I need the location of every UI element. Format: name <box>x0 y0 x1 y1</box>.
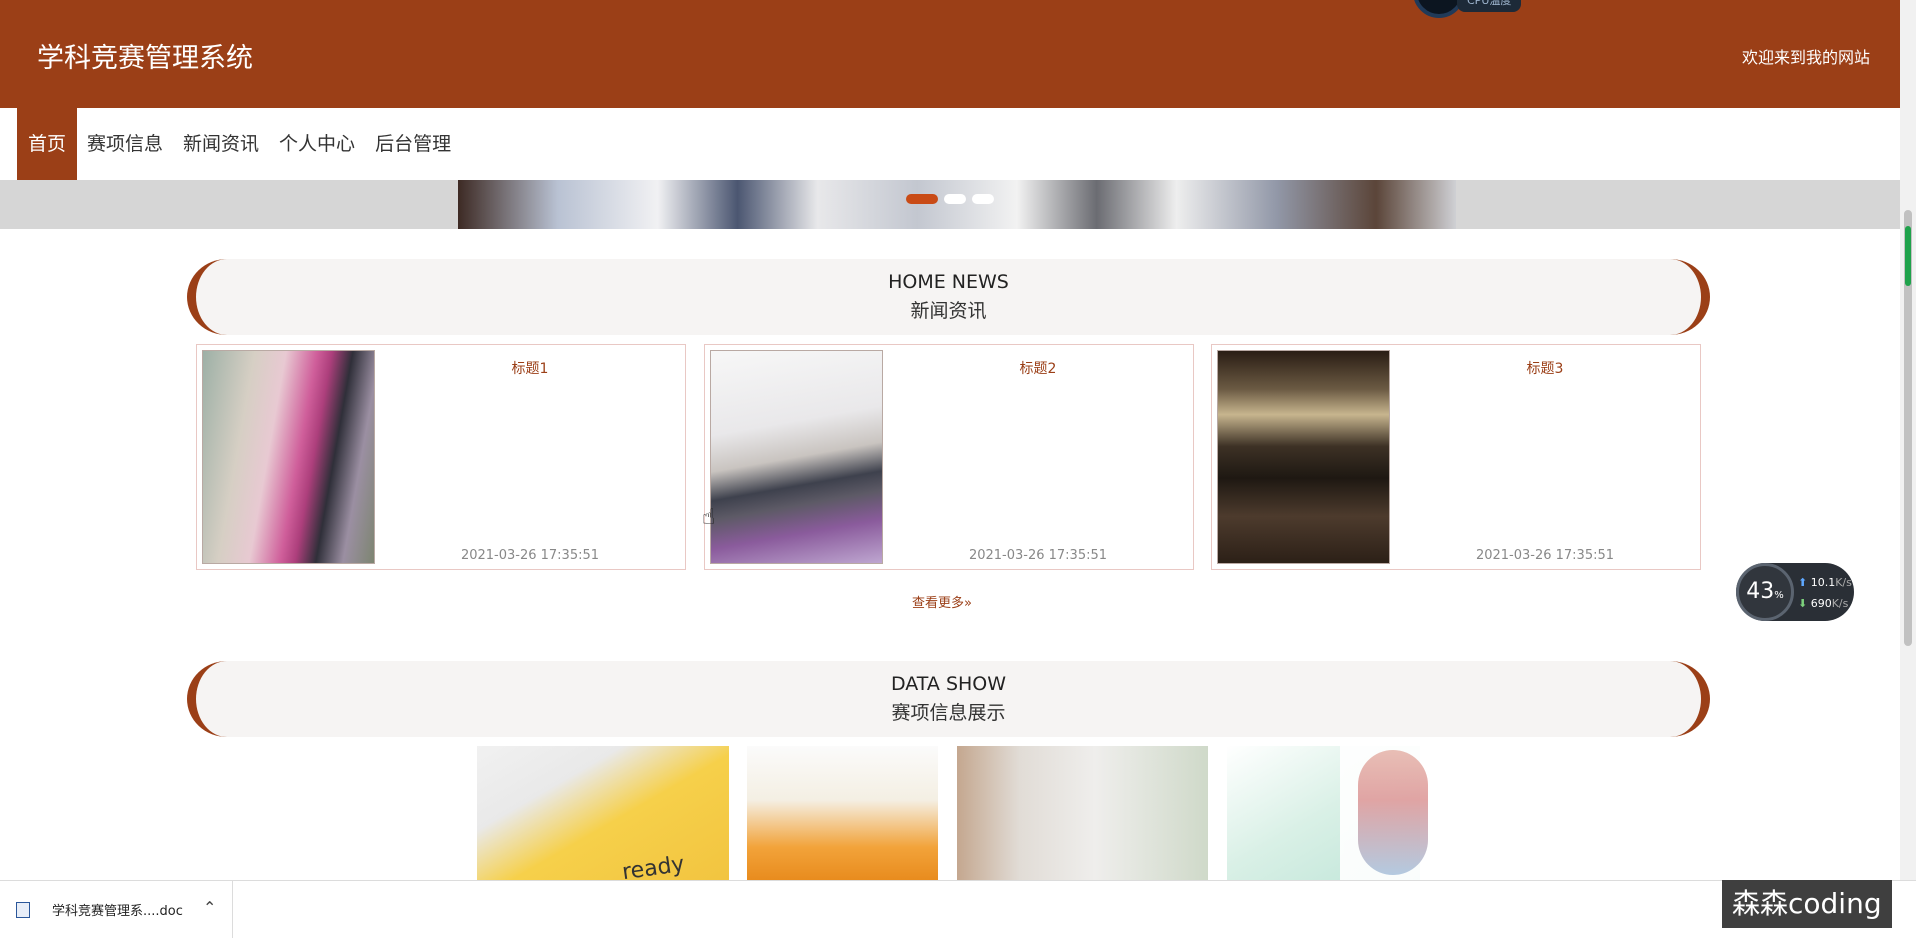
data-section-title-cn: 赛项信息展示 <box>891 702 1006 724</box>
hand-cursor-icon: ☝ <box>702 505 716 530</box>
download-item[interactable]: 学科竞赛管理系....doc ⌃ <box>0 881 233 938</box>
nav-item-news[interactable]: 新闻资讯 <box>173 108 269 180</box>
welcome-text: 欢迎来到我的网站 <box>1741 48 1870 67</box>
net-speed-widget[interactable]: 43% ⬆ 10.1K/s ⬇ 690K/s <box>1736 563 1854 621</box>
nav-item-personal-center[interactable]: 个人中心 <box>269 108 365 180</box>
nav-item-admin[interactable]: 后台管理 <box>365 108 461 180</box>
scroll-indicator <box>1905 226 1911 286</box>
arrow-down-icon: ⬇ <box>1798 597 1808 610</box>
cpu-temp-label: CPU温度 <box>1457 0 1522 12</box>
news-time: 2021-03-26 17:35:51 <box>968 548 1108 563</box>
news-card[interactable]: 标题1 2021-03-26 17:35:51 <box>196 344 686 570</box>
news-time: 2021-03-26 17:35:51 <box>460 548 600 563</box>
banner-image <box>458 180 1456 229</box>
news-title[interactable]: 标题2 <box>883 358 1193 378</box>
data-show-card[interactable] <box>747 746 938 881</box>
carousel-dots <box>906 194 994 204</box>
net-percent-unit: % <box>1774 590 1784 601</box>
news-section-header: HOME NEWS 新闻资讯 <box>187 259 1710 335</box>
vertical-scrollbar[interactable] <box>1900 0 1916 880</box>
site-title[interactable]: 学科竞赛管理系统 <box>37 36 253 75</box>
net-percent-gauge: 43% <box>1736 563 1794 621</box>
chevron-up-icon[interactable]: ⌃ <box>203 898 216 917</box>
news-card[interactable]: 标题2 2021-03-26 17:35:51 <box>704 344 1194 570</box>
news-time: 2021-03-26 17:35:51 <box>1475 548 1615 563</box>
double-chevron-right-icon: » <box>964 596 972 611</box>
news-section-title-en: HOME NEWS <box>888 271 1009 293</box>
data-show-card[interactable] <box>957 746 1208 881</box>
news-card[interactable]: 标题3 2021-03-26 17:35:51 <box>1211 344 1701 570</box>
news-thumbnail[interactable] <box>202 350 375 564</box>
data-section-header: DATA SHOW 赛项信息展示 <box>187 661 1710 737</box>
news-section-title-cn: 新闻资讯 <box>910 300 987 322</box>
carousel-dot-2[interactable] <box>944 194 966 204</box>
upload-rate: ⬆ 10.1K/s <box>1798 576 1852 589</box>
page: 学科竞赛管理系统 欢迎来到我的网站 CPU温度 首页 赛项信息 新闻资讯 个人中… <box>0 0 1916 938</box>
nav-item-home[interactable]: 首页 <box>17 108 78 180</box>
banner-carousel[interactable] <box>0 180 1900 229</box>
download-unit: K/s <box>1831 597 1849 610</box>
upload-value: 10.1 <box>1810 576 1836 589</box>
news-thumbnail[interactable] <box>1217 350 1390 564</box>
blurred-figure <box>1358 750 1428 875</box>
cpu-temp-widget[interactable]: CPU温度 <box>1413 0 1522 18</box>
news-title[interactable]: 标题3 <box>1390 358 1700 378</box>
nav-item-competition-info[interactable]: 赛项信息 <box>77 108 173 180</box>
download-rate: ⬇ 690K/s <box>1798 597 1848 610</box>
watermark: 森森coding <box>1722 880 1892 928</box>
main-nav: 首页 赛项信息 新闻资讯 个人中心 后台管理 <box>0 108 1900 180</box>
ready-card-text: ready <box>620 851 686 881</box>
word-document-icon <box>16 902 30 918</box>
site-header: 学科竞赛管理系统 欢迎来到我的网站 CPU温度 <box>0 0 1900 108</box>
upload-unit: K/s <box>1835 576 1852 589</box>
carousel-dot-3[interactable] <box>972 194 994 204</box>
download-file-name[interactable]: 学科竞赛管理系....doc <box>52 900 183 919</box>
carousel-dot-1[interactable] <box>906 194 938 204</box>
download-value: 690 <box>1810 597 1832 610</box>
data-section-title-en: DATA SHOW <box>890 673 1007 695</box>
news-thumbnail[interactable] <box>710 350 883 564</box>
news-title[interactable]: 标题1 <box>375 358 685 378</box>
download-bar: 学科竞赛管理系....doc ⌃ <box>0 880 1916 938</box>
view-more-label: 查看更多 <box>912 596 965 611</box>
data-show-card[interactable]: ready <box>477 746 729 881</box>
arrow-up-icon: ⬆ <box>1798 576 1808 589</box>
view-more-link[interactable]: 查看更多» <box>912 592 972 611</box>
net-percent-value: 43 <box>1746 579 1775 604</box>
